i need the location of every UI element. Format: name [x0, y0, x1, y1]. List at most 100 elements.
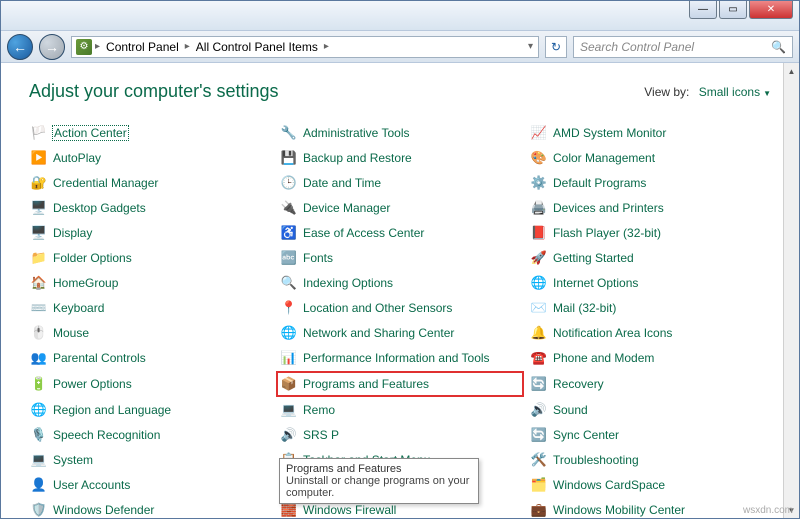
item-icon: 🖥️: [31, 225, 47, 241]
breadcrumb-path[interactable]: ⚙ ▸ Control Panel ▸ All Control Panel It…: [71, 36, 539, 58]
search-icon[interactable]: 🔍: [771, 40, 786, 54]
control-panel-item[interactable]: 🗂️ Windows CardSpace: [529, 476, 771, 494]
path-dropdown-icon[interactable]: ▾: [527, 41, 534, 52]
control-panel-item[interactable]: ⌨️Keyboard: [29, 299, 271, 317]
item-icon: 📍: [281, 300, 297, 316]
control-panel-item[interactable]: ♿Ease of Access Center: [279, 224, 521, 242]
item-icon: 👤: [31, 477, 47, 493]
item-icon: 🌐: [31, 402, 47, 418]
control-panel-item[interactable]: 🖱️Mouse: [29, 324, 271, 342]
control-panel-item[interactable]: 🔄Recovery: [529, 374, 771, 394]
close-button[interactable]: ✕: [749, 1, 793, 19]
control-panel-item[interactable]: 🔊Sound: [529, 401, 771, 419]
item-icon: ⚙️: [531, 175, 547, 191]
item-icon: 👥: [31, 350, 47, 366]
item-label: Device Manager: [303, 201, 390, 215]
control-panel-item[interactable]: 📕Flash Player (32-bit): [529, 224, 771, 242]
control-panel-item[interactable]: ✉️Mail (32-bit): [529, 299, 771, 317]
item-icon: 🏳️: [31, 125, 47, 141]
item-icon: 🛡️: [31, 502, 47, 518]
item-icon: 🚀: [531, 250, 547, 266]
control-panel-item[interactable]: 🏳️ Action Center: [29, 124, 271, 142]
control-panel-item[interactable]: 📈AMD System Monitor: [529, 124, 771, 142]
control-panel-item[interactable]: 🖥️Display: [29, 224, 271, 242]
item-label: Action Center: [53, 126, 128, 140]
control-panel-item[interactable]: ⚙️Default Programs: [529, 174, 771, 192]
control-panel-item[interactable]: 🔐Credential Manager: [29, 174, 271, 192]
control-panel-item[interactable]: 🔊SRS P: [279, 426, 521, 444]
search-input[interactable]: Search Control Panel 🔍: [573, 36, 793, 58]
control-panel-item[interactable]: 💻System: [29, 451, 271, 469]
item-label: Folder Options: [53, 251, 132, 265]
control-panel-item[interactable]: 🎙️Speech Recognition: [29, 426, 271, 444]
vertical-scrollbar[interactable]: ▲ ▼: [783, 63, 799, 518]
item-label: SRS P: [303, 428, 339, 442]
control-panel-item[interactable]: 🔋Power Options: [29, 374, 271, 394]
control-panel-item[interactable]: 🛠️Troubleshooting: [529, 451, 771, 469]
control-panel-item[interactable]: ☎️Phone and Modem: [529, 349, 771, 367]
item-label: Sync Center: [553, 428, 619, 442]
item-label: System: [53, 453, 93, 467]
item-icon: 🗂️: [531, 477, 547, 493]
control-panel-item[interactable]: 📍Location and Other Sensors: [279, 299, 521, 317]
control-panel-item[interactable]: 📦Programs and Features: [279, 374, 521, 394]
control-panel-item[interactable]: ▶️AutoPlay: [29, 149, 271, 167]
item-icon: 📊: [281, 350, 297, 366]
item-label: Windows Mobility Center: [553, 503, 685, 517]
chevron-right-icon[interactable]: ▸: [323, 41, 330, 52]
item-icon: 🛠️: [531, 452, 547, 468]
forward-button[interactable]: →: [39, 34, 65, 60]
item-icon: ☎️: [531, 350, 547, 366]
item-icon: 🌐: [531, 275, 547, 291]
control-panel-item[interactable]: 🔤Fonts: [279, 249, 521, 267]
control-panel-item[interactable]: 🔔Notification Area Icons: [529, 324, 771, 342]
item-icon: 🔍: [281, 275, 297, 291]
control-panel-item[interactable]: 🔧Administrative Tools: [279, 124, 521, 142]
control-panel-item[interactable]: 👤User Accounts: [29, 476, 271, 494]
control-panel-item[interactable]: 🔍Indexing Options: [279, 274, 521, 292]
breadcrumb-segment[interactable]: Control Panel: [103, 39, 182, 55]
refresh-button[interactable]: ↻: [545, 36, 567, 58]
chevron-down-icon: ▼: [763, 89, 771, 98]
control-panel-item[interactable]: 🔄Sync Center: [529, 426, 771, 444]
breadcrumb-segment[interactable]: All Control Panel Items: [193, 39, 321, 55]
item-label: Performance Information and Tools: [303, 351, 490, 365]
view-by-dropdown[interactable]: Small icons▼: [699, 85, 771, 99]
item-label: Programs and Features: [303, 377, 429, 391]
item-label: Sound: [553, 403, 588, 417]
item-label: Devices and Printers: [553, 201, 664, 215]
control-panel-item[interactable]: 🌐Region and Language: [29, 401, 271, 419]
chevron-right-icon[interactable]: ▸: [94, 41, 101, 52]
control-panel-item[interactable]: 🖨️Devices and Printers: [529, 199, 771, 217]
back-button[interactable]: ←: [7, 34, 33, 60]
titlebar: — ▭ ✕: [1, 1, 799, 31]
control-panel-item[interactable]: 🕒Date and Time: [279, 174, 521, 192]
control-panel-item[interactable]: 🏠HomeGroup: [29, 274, 271, 292]
address-bar: ← → ⚙ ▸ Control Panel ▸ All Control Pane…: [1, 31, 799, 63]
item-icon: 🖥️: [31, 200, 47, 216]
control-panel-item[interactable]: 💻Remo: [279, 401, 521, 419]
control-panel-item[interactable]: 🛡️ Windows Defender: [29, 501, 271, 518]
control-panel-window: — ▭ ✕ ← → ⚙ ▸ Control Panel ▸ All Contro…: [0, 0, 800, 519]
item-label: Windows CardSpace: [553, 478, 665, 492]
watermark: wsxdn.com: [743, 505, 793, 516]
control-panel-item[interactable]: 📁Folder Options: [29, 249, 271, 267]
maximize-button[interactable]: ▭: [719, 1, 747, 19]
chevron-right-icon[interactable]: ▸: [184, 41, 191, 52]
scroll-up-icon[interactable]: ▲: [784, 63, 799, 79]
control-panel-item[interactable]: 🖥️Desktop Gadgets: [29, 199, 271, 217]
control-panel-item[interactable]: 🚀Getting Started: [529, 249, 771, 267]
control-panel-item[interactable]: 🔌Device Manager: [279, 199, 521, 217]
control-panel-item[interactable]: 🎨Color Management: [529, 149, 771, 167]
control-panel-item[interactable]: 📊 Performance Information and Tools: [279, 349, 521, 367]
control-panel-item[interactable]: 💾Backup and Restore: [279, 149, 521, 167]
control-panel-item[interactable]: 💼Windows Mobility Center: [529, 501, 771, 518]
control-panel-item[interactable]: 👥Parental Controls: [29, 349, 271, 367]
item-icon: 🖱️: [31, 325, 47, 341]
control-panel-item[interactable]: 🌐Internet Options: [529, 274, 771, 292]
item-icon: ▶️: [31, 150, 47, 166]
item-label: Administrative Tools: [303, 126, 410, 140]
control-panel-item[interactable]: 🌐Network and Sharing Center: [279, 324, 521, 342]
item-label: Windows Defender: [53, 503, 154, 517]
minimize-button[interactable]: —: [689, 1, 717, 19]
